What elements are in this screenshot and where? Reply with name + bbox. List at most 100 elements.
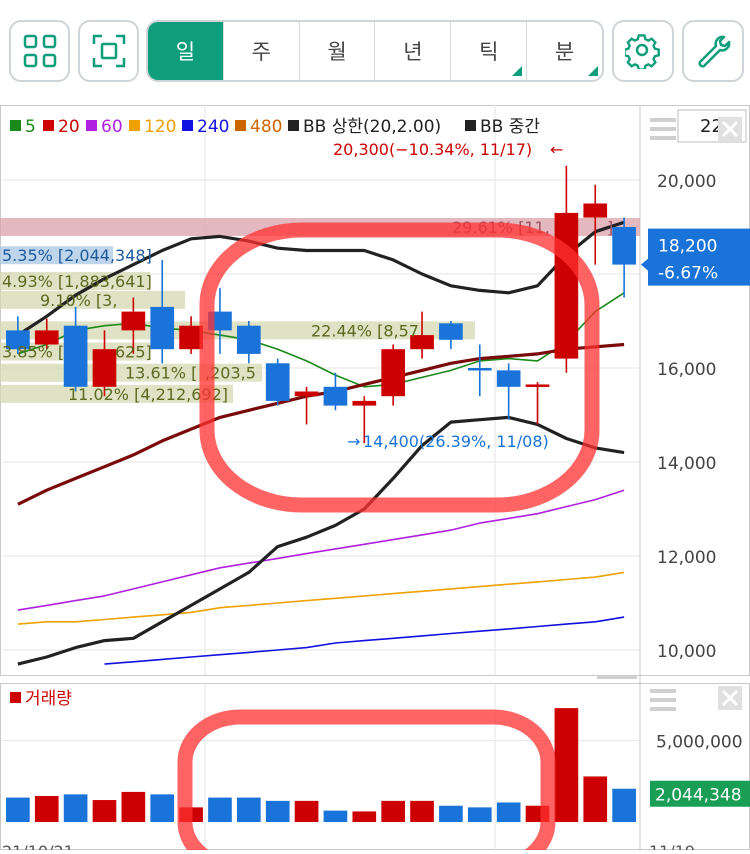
tab-2[interactable]: 월 — [298, 22, 375, 80]
volume-bar — [583, 776, 608, 822]
y-tick-label: 20,000 — [657, 172, 716, 192]
volume-bar — [496, 802, 521, 822]
period-tabs: 일주월년틱분 — [146, 20, 604, 82]
capture-icon[interactable] — [78, 20, 139, 82]
volume-bar — [467, 807, 492, 822]
legend-label: 120 — [144, 117, 176, 137]
candle-body — [612, 227, 636, 265]
candle-body — [323, 386, 348, 406]
band-label: 13.61% [ — [125, 364, 197, 383]
band-label: 22.44% [8,57 — [311, 321, 419, 340]
volume-bar — [6, 797, 30, 822]
tab-label: 년 — [403, 40, 423, 64]
tab-5[interactable]: 분 — [526, 22, 602, 80]
volume-title: 거래량 — [25, 689, 72, 709]
current-volume: 2,044,348 — [655, 786, 742, 806]
submenu-corner-icon — [512, 66, 523, 76]
legend-label: BB 상한(20,2.00) — [303, 117, 441, 137]
volume-bar — [265, 800, 290, 822]
candle-body — [554, 212, 579, 359]
band-label: 9.10% [3, — [40, 291, 117, 310]
tab-1[interactable]: 주 — [222, 22, 299, 80]
legend-swatch — [10, 120, 21, 131]
grid-icon[interactable] — [9, 20, 70, 82]
tab-label: 분 — [554, 40, 575, 64]
volume-bar — [150, 794, 175, 822]
x-tick-label: 21/10/21 — [2, 842, 74, 850]
legend-label: 480 — [250, 117, 282, 137]
legend-swatch — [465, 120, 476, 131]
tab-4[interactable]: 틱 — [450, 22, 526, 80]
volume-bar — [294, 800, 319, 822]
legend-swatch — [288, 120, 299, 131]
low-annotation: 14,400(26.39%, 11/08) — [363, 432, 549, 451]
candle-body — [467, 368, 492, 371]
candle-body — [121, 311, 146, 331]
candle-body — [179, 325, 203, 350]
volume-bar — [208, 797, 232, 822]
legend-label: BB 중간 — [480, 117, 540, 137]
tab-label: 주 — [251, 40, 271, 64]
toolbar: 일주월년틱분 — [0, 0, 750, 100]
tab-label: 틱 — [479, 40, 499, 64]
legend-label: 240 — [197, 117, 229, 137]
candle-body — [496, 370, 521, 387]
volume-bar — [92, 800, 117, 822]
legend-swatch — [129, 120, 140, 131]
volume-bar — [439, 805, 463, 822]
legend-label: 20 — [58, 117, 80, 137]
legend-swatch — [182, 120, 193, 131]
candle-body — [525, 384, 550, 387]
gear-icon[interactable] — [612, 20, 674, 82]
volume-menu-icon — [650, 689, 676, 711]
y-tick-label: 14,000 — [657, 454, 716, 474]
chart-area[interactable]: 29.61% [11,] 5.35% [2,044,348] 4.93% [1,88… — [0, 105, 750, 854]
scroll-handle — [597, 675, 637, 679]
current-price: 18,200 — [658, 237, 717, 257]
tab-label: 월 — [327, 40, 347, 64]
tab-3[interactable]: 년 — [374, 22, 450, 80]
volume-legend-swatch — [10, 692, 21, 703]
volume-bar — [63, 794, 88, 822]
legend-label: 5 — [25, 117, 36, 137]
x-tick-label: 11/19 — [649, 842, 695, 850]
tab-label: 일 — [175, 40, 196, 64]
candle-body — [352, 400, 377, 406]
volume-panel-frame — [0, 683, 750, 850]
volume-bar — [236, 797, 261, 822]
wrench-icon[interactable] — [682, 20, 744, 82]
band-label: 4.93% [1,883,641] — [2, 272, 152, 291]
y-tick-label: 16,000 — [657, 360, 716, 380]
volume-bar — [410, 800, 434, 822]
volume-bar — [554, 708, 579, 822]
high-arrow-icon: ← — [550, 140, 563, 159]
stock-chart[interactable]: 29.61% [11,]5.35% [2,044,348]4.93% [1,88… — [0, 105, 750, 854]
band-label-tail: 625] — [115, 343, 152, 362]
low-arrow-icon: → — [347, 432, 360, 451]
candle-body — [583, 203, 608, 218]
band-label: 5.35% [2,044,348] — [2, 246, 152, 265]
y-tick-label: 10,000 — [657, 642, 716, 662]
candle-body — [236, 325, 261, 354]
band-label-tail: ] — [607, 218, 613, 237]
volume-bar — [352, 811, 377, 822]
current-change: -6.67% — [658, 264, 718, 284]
candle-body — [294, 391, 319, 397]
menu-icon — [650, 118, 676, 140]
volume-close-icon — [718, 686, 742, 710]
legend-label: 60 — [101, 117, 123, 137]
volume-tick-label: 5,000,000 — [656, 733, 743, 753]
band-label: 3.85% [ — [2, 343, 64, 362]
volume-bar — [381, 800, 406, 822]
candle-body — [381, 349, 406, 397]
candle-body — [265, 363, 290, 401]
volume-bar — [612, 788, 636, 822]
candle-body — [439, 323, 463, 340]
y-tick-label: 12,000 — [657, 548, 716, 568]
candle-body — [150, 306, 175, 350]
volume-bar — [121, 791, 146, 822]
candle-body — [92, 349, 117, 387]
close-icon — [718, 117, 742, 141]
tab-0[interactable]: 일 — [148, 22, 223, 80]
legend-swatch — [86, 120, 97, 131]
